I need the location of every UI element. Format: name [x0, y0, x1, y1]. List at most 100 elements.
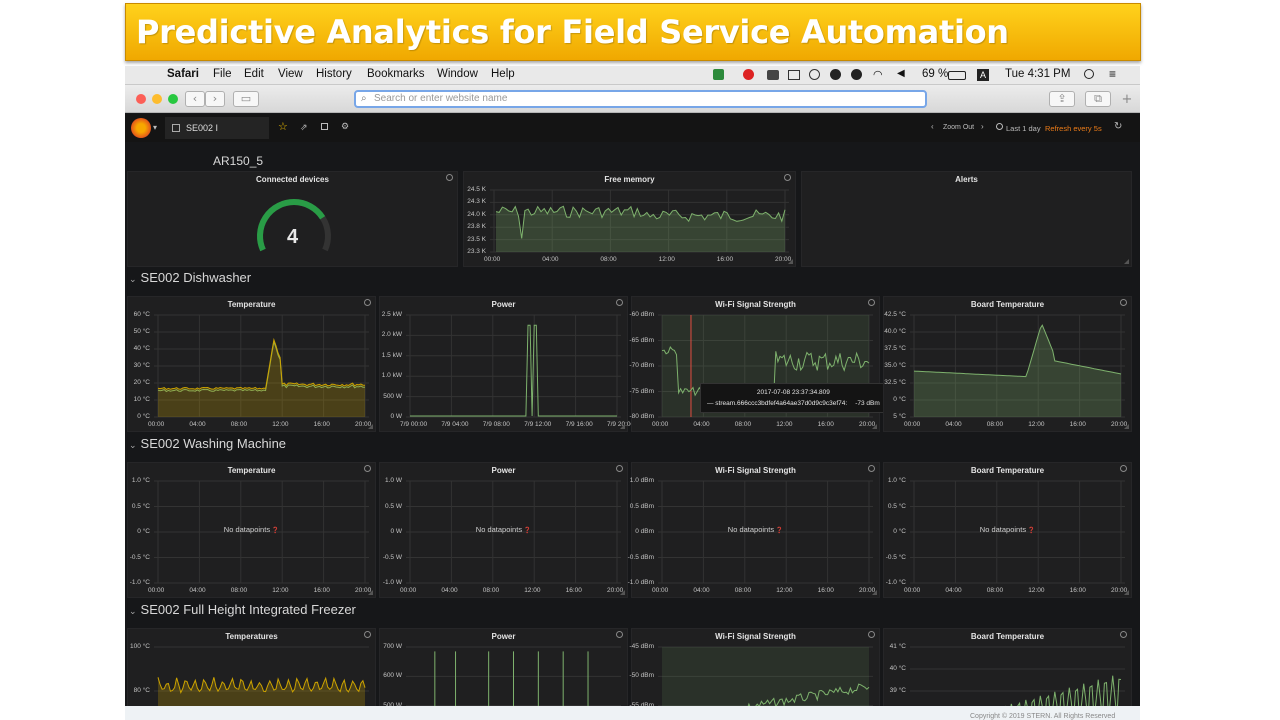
forward-button[interactable]: › — [205, 91, 225, 107]
y-tick-label: 0.5 W — [385, 502, 402, 510]
menu-clock[interactable]: Tue 4:31 PM — [1005, 68, 1070, 80]
row-collapse-chevron-icon[interactable]: ⌄ — [129, 606, 137, 617]
cloud-icon[interactable] — [809, 69, 820, 80]
resize-handle[interactable] — [1124, 424, 1129, 429]
help-icon[interactable]: ❓ — [522, 528, 531, 534]
y-tick-label: 1.0 W — [385, 477, 402, 484]
back-button[interactable]: ‹ — [185, 91, 205, 107]
menu-window[interactable]: Window — [437, 68, 478, 80]
time-forward-icon[interactable]: › — [981, 122, 984, 131]
time-back-icon[interactable]: ‹ — [931, 122, 934, 131]
zoom-window-button[interactable] — [168, 94, 178, 104]
panel-power[interactable]: Power 1.0 W 0.5 W0 W -0.5 W -1.0 W 00:00 04:00… — [379, 462, 628, 598]
sidebar-toggle-button[interactable]: ▭ — [233, 91, 259, 107]
panel-info-icon[interactable] — [446, 174, 453, 181]
menu-help[interactable]: Help — [491, 68, 515, 80]
close-window-button[interactable] — [136, 94, 146, 104]
address-bar[interactable]: ⌕ Search or enter website name — [354, 90, 927, 108]
y-tick-label: 2.5 kW — [381, 311, 402, 318]
panel-temperature[interactable]: Temperature 60 °C 50 °C 40 °C 30 °C 20 °C 10 °… — [127, 296, 376, 432]
minimize-window-button[interactable] — [152, 94, 162, 104]
resize-handle[interactable] — [620, 424, 625, 429]
grafana-logo-icon[interactable] — [131, 118, 151, 138]
resize-handle[interactable] — [368, 590, 373, 595]
time-range-picker[interactable]: Last 1 day — [1006, 124, 1041, 133]
resize-handle[interactable] — [872, 590, 877, 595]
x-tick-label: 00:00 — [148, 587, 165, 594]
refresh-icon[interactable]: ↻ — [1114, 121, 1122, 132]
x-tick-label: 16:00 — [817, 587, 834, 594]
no-datapoints-text: No datapoints — [727, 525, 775, 534]
y-tick-label: 24.5 K — [467, 186, 486, 193]
resize-handle[interactable] — [368, 424, 373, 429]
alerts-panel[interactable]: Alerts — [801, 171, 1132, 267]
status-download-icon[interactable] — [713, 69, 724, 80]
app-menu-safari[interactable]: Safari — [167, 68, 199, 80]
battery-icon[interactable] — [948, 71, 966, 80]
x-tick-label: 08:00 — [734, 421, 752, 428]
x-tick-label: 12:00 — [272, 587, 289, 594]
share-dashboard-icon[interactable]: ⇗ — [300, 122, 308, 133]
resize-handle[interactable] — [1124, 259, 1129, 264]
star-icon[interactable]: ☆ — [278, 120, 288, 133]
help-icon[interactable]: ❓ — [1026, 528, 1035, 534]
panel-wi-fi-signal-strength[interactable]: Wi-Fi Signal Strength 1.0 dBm 0.5 dBm 0 dBm… — [628, 462, 880, 598]
x-tick-label: 00:00 — [652, 421, 669, 428]
y-tick-label: -0.5 °C — [885, 553, 906, 561]
menu-bookmarks[interactable]: Bookmarks — [367, 68, 425, 80]
no-datapoints-text: No datapoints — [223, 525, 271, 534]
row-title[interactable]: ⌄ SE002 Dishwasher — [129, 270, 251, 285]
zoom-out-button[interactable]: Zoom Out — [943, 124, 974, 131]
y-tick-label: 1.5 kW — [381, 351, 402, 359]
panel-board-temperature[interactable]: Board Temperature 1.0 °C 0.5 °C 0 °C -0.5 °C… — [883, 462, 1132, 598]
panel-temperature[interactable]: Temperature 1.0 °C 0.5 °C 0 °C -0.5 °C -1.0 °… — [127, 462, 376, 598]
menu-view[interactable]: View — [278, 68, 303, 80]
menu-file[interactable]: File — [213, 68, 232, 80]
tabs-overview-button[interactable]: ⧉ — [1085, 91, 1111, 107]
free-memory-panel[interactable]: Free memory 24.5 K 24.3 K 24.0 K 23.8 K 23.5… — [463, 171, 796, 267]
panel-wi-fi-signal-strength[interactable]: Wi-Fi Signal Strength -60 dBm -65 dBm -70 d… — [629, 296, 887, 432]
y-tick-label: -80 dBm — [629, 413, 654, 420]
refresh-interval[interactable]: Refresh every 5s — [1045, 124, 1102, 133]
row-title[interactable]: ⌄ SE002 Washing Machine — [129, 436, 286, 451]
battery-percent[interactable]: 69 % — [922, 68, 948, 80]
free-memory-series-fill — [496, 206, 785, 252]
x-tick-label: 12:00 — [524, 587, 541, 594]
volume-icon[interactable]: ◀ — [897, 68, 905, 79]
notification-center-icon[interactable]: ≡ — [1109, 67, 1116, 81]
resize-handle[interactable] — [620, 590, 625, 595]
dropbox-icon[interactable] — [767, 70, 779, 80]
resize-handle[interactable] — [1124, 590, 1129, 595]
y-tick-label: -60 dBm — [629, 311, 654, 318]
logo-dropdown-caret[interactable]: ▾ — [153, 123, 157, 132]
wifi-icon[interactable]: ◠ — [873, 68, 883, 81]
spotlight-search-icon[interactable] — [1084, 69, 1094, 79]
dashboard-picker[interactable]: SE002 I — [165, 117, 269, 139]
row-title-text: SE002 Full Height Integrated Freezer — [140, 602, 356, 617]
search-icon: ⌕ — [361, 93, 367, 104]
menu-history[interactable]: History — [316, 68, 352, 80]
help-icon[interactable]: ❓ — [774, 528, 783, 534]
save-icon[interactable] — [321, 123, 328, 130]
display-icon[interactable] — [788, 70, 800, 80]
new-tab-button[interactable]: + — [1117, 93, 1137, 109]
x-tick-label: 16:00 — [313, 587, 330, 594]
settings-gear-icon[interactable]: ⚙ — [341, 121, 349, 132]
row-collapse-chevron-icon[interactable]: ⌄ — [129, 440, 137, 451]
x-tick-label: 12:00 — [776, 587, 793, 594]
bluetooth-icon[interactable] — [851, 69, 862, 80]
panel-power[interactable]: Power 2.5 kW 2.0 kW 1.5 kW 1.0 kW 500 W0 W 7/9… — [379, 296, 634, 432]
menu-edit[interactable]: Edit — [244, 68, 264, 80]
y-tick-label: 60 °C — [133, 311, 150, 318]
panel-board-temperature[interactable]: Board Temperature 42.5 °C 40.0 °C 37.5 °C 35… — [883, 296, 1132, 432]
resize-handle[interactable] — [872, 424, 877, 429]
temperature-series-a — [157, 337, 366, 390]
status-notification-icon[interactable] — [743, 69, 754, 80]
check-icon[interactable] — [830, 69, 841, 80]
row-title[interactable]: ⌄ SE002 Full Height Integrated Freezer — [129, 602, 356, 617]
share-button[interactable]: ⇪ — [1049, 91, 1075, 107]
input-source-icon[interactable]: A — [977, 69, 989, 81]
connected-devices-panel[interactable]: Connected devices 4 — [127, 171, 458, 267]
help-icon[interactable]: ❓ — [270, 528, 279, 534]
row-collapse-chevron-icon[interactable]: ⌄ — [129, 274, 137, 285]
